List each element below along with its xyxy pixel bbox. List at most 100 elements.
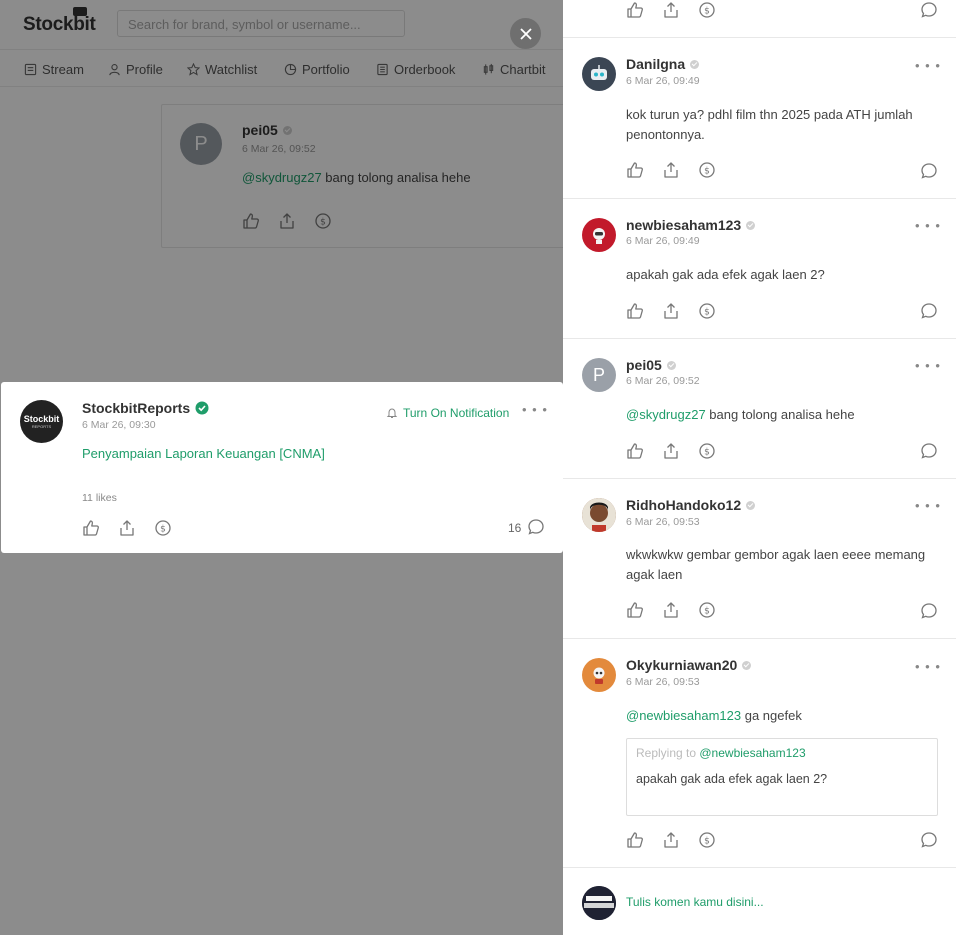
- username[interactable]: Danilgna: [626, 56, 700, 72]
- username[interactable]: RidhoHandoko12: [626, 497, 756, 513]
- svg-text:$: $: [704, 448, 710, 458]
- share-icon[interactable]: [662, 1, 680, 19]
- likes-count[interactable]: 11 likes: [82, 492, 117, 504]
- like-icon[interactable]: [626, 302, 644, 320]
- comment-text: @newbiesaham123 ga ngefek: [626, 708, 802, 723]
- tip-icon[interactable]: $: [698, 161, 716, 179]
- post-username[interactable]: StockbitReports: [82, 400, 209, 416]
- current-user-avatar[interactable]: [582, 886, 616, 920]
- comment-icon[interactable]: [527, 518, 545, 536]
- mention-link[interactable]: @skydrugz27: [626, 407, 706, 422]
- username[interactable]: newbiesaham123: [626, 217, 756, 233]
- comments-panel: $ Danilgna 6 Mar 26, 09:49 • • • kok tur…: [563, 0, 956, 935]
- timestamp: 6 Mar 26, 09:52: [626, 375, 700, 387]
- verified-icon: [746, 500, 756, 510]
- action-bar: $: [626, 1, 716, 19]
- comment-item: RidhoHandoko12 6 Mar 26, 09:53 • • • wkw…: [563, 479, 956, 639]
- comment-item: $: [563, 0, 956, 38]
- timestamp: 6 Mar 26, 09:53: [626, 516, 700, 528]
- like-icon[interactable]: [626, 831, 644, 849]
- like-icon[interactable]: [626, 161, 644, 179]
- action-bar: $: [626, 601, 716, 619]
- post-action-bar: $: [82, 519, 172, 537]
- verified-icon: [666, 360, 676, 370]
- bell-icon: [386, 408, 398, 418]
- avatar[interactable]: [582, 498, 616, 532]
- tip-icon[interactable]: $: [698, 302, 716, 320]
- action-bar: $: [626, 302, 716, 320]
- verified-icon: [742, 660, 752, 670]
- comment-icon[interactable]: [920, 302, 938, 320]
- like-icon[interactable]: [626, 442, 644, 460]
- stockbitreports-avatar[interactable]: Stockbit REPORTS: [20, 400, 63, 443]
- svg-text:$: $: [704, 7, 710, 17]
- comment-item: Okykurniawan20 6 Mar 26, 09:53 • • • @ne…: [563, 639, 956, 868]
- mention-link[interactable]: @newbiesaham123: [699, 746, 805, 760]
- avatar[interactable]: P: [582, 358, 616, 392]
- close-button[interactable]: [510, 18, 541, 49]
- more-options-icon[interactable]: • • •: [915, 218, 941, 233]
- verified-icon: [195, 401, 209, 415]
- orange-robot-avatar-icon: [593, 667, 605, 684]
- tip-icon[interactable]: $: [154, 519, 172, 537]
- comment-icon[interactable]: [920, 1, 938, 19]
- verified-icon: [746, 220, 756, 230]
- robot-avatar-icon: [591, 65, 607, 80]
- svg-text:$: $: [704, 607, 710, 617]
- close-icon: [519, 27, 532, 40]
- avatar[interactable]: [582, 658, 616, 692]
- username[interactable]: pei05: [626, 357, 676, 373]
- photo-avatar-icon: [582, 498, 616, 532]
- timestamp: 6 Mar 26, 09:49: [626, 75, 700, 87]
- more-options-icon[interactable]: • • •: [915, 659, 941, 674]
- share-icon[interactable]: [662, 831, 680, 849]
- like-icon[interactable]: [626, 1, 644, 19]
- action-bar: $: [626, 831, 716, 849]
- more-options-icon[interactable]: • • •: [915, 58, 941, 73]
- comment-text: @skydrugz27 bang tolong analisa hehe: [626, 407, 855, 422]
- quoted-text: apakah gak ada efek agak laen 2?: [636, 772, 828, 786]
- red-robot-avatar-icon: [593, 228, 605, 244]
- comment-item: P pei05 6 Mar 26, 09:52 • • • @skydrugz2…: [563, 339, 956, 479]
- like-icon[interactable]: [626, 601, 644, 619]
- turn-on-notification-button[interactable]: Turn On Notification: [386, 406, 509, 420]
- replying-to-label: Replying to @newbiesaham123: [636, 746, 806, 760]
- comment-icon[interactable]: [920, 831, 938, 849]
- post-card: Stockbit REPORTS StockbitReports 6 Mar 2…: [1, 382, 563, 553]
- more-options-icon[interactable]: • • •: [915, 358, 941, 373]
- more-options-icon[interactable]: • • •: [915, 498, 941, 513]
- share-icon[interactable]: [662, 302, 680, 320]
- tip-icon[interactable]: $: [698, 442, 716, 460]
- comment-item: Danilgna 6 Mar 26, 09:49 • • • kok turun…: [563, 38, 956, 199]
- comment-icon[interactable]: [920, 442, 938, 460]
- svg-text:$: $: [704, 167, 710, 177]
- comment-icon[interactable]: [920, 162, 938, 180]
- post-timestamp: 6 Mar 26, 09:30: [82, 419, 156, 431]
- quoted-reply[interactable]: Replying to @newbiesaham123 apakah gak a…: [626, 738, 938, 816]
- avatar[interactable]: [582, 218, 616, 252]
- share-icon[interactable]: [118, 519, 136, 537]
- tip-icon[interactable]: $: [698, 1, 716, 19]
- comment-icon[interactable]: [920, 602, 938, 620]
- comment-text: wkwkwkw gembar gembor agak laen eeee mem…: [626, 547, 926, 582]
- tip-icon[interactable]: $: [698, 831, 716, 849]
- share-icon[interactable]: [662, 442, 680, 460]
- like-icon[interactable]: [82, 519, 100, 537]
- reply-count: 16: [508, 521, 522, 535]
- mention-link[interactable]: @newbiesaham123: [626, 708, 741, 723]
- share-icon[interactable]: [662, 161, 680, 179]
- action-bar: $: [626, 161, 716, 179]
- tip-icon[interactable]: $: [698, 601, 716, 619]
- post-title-link[interactable]: Penyampaian Laporan Keuangan [CNMA]: [82, 446, 325, 461]
- avatar[interactable]: [582, 57, 616, 91]
- comment-input[interactable]: Tulis komen kamu disini...: [626, 895, 764, 909]
- username[interactable]: Okykurniawan20: [626, 657, 752, 673]
- svg-text:$: $: [160, 525, 166, 535]
- comment-composer: Tulis komen kamu disini...: [563, 868, 956, 935]
- comment-text: apakah gak ada efek agak laen 2?: [626, 267, 825, 282]
- comment-item: newbiesaham123 6 Mar 26, 09:49 • • • apa…: [563, 199, 956, 339]
- timestamp: 6 Mar 26, 09:49: [626, 235, 700, 247]
- comment-text: kok turun ya? pdhl film thn 2025 pada AT…: [626, 107, 913, 142]
- share-icon[interactable]: [662, 601, 680, 619]
- more-options-icon[interactable]: • • •: [522, 402, 548, 417]
